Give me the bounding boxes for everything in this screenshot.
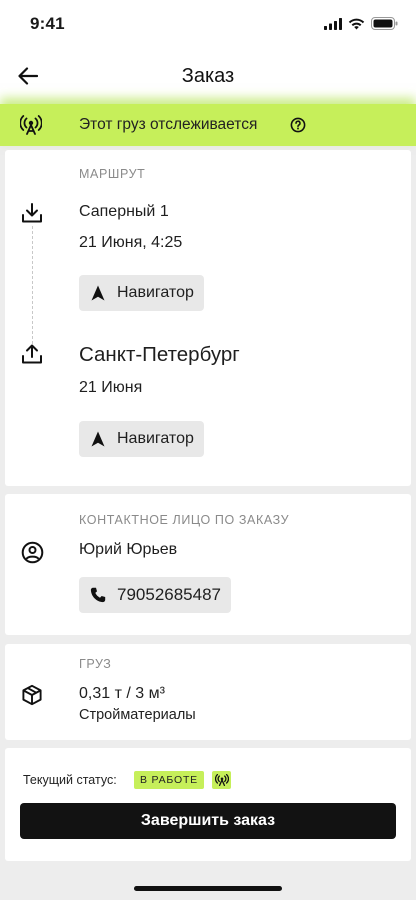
cargo-section-label: ГРУЗ xyxy=(79,657,112,671)
question-circle-icon[interactable] xyxy=(290,117,306,138)
status-bar: 9:41 xyxy=(0,0,416,48)
route-section-label: МАРШРУТ xyxy=(79,167,146,181)
status-badge: В РАБОТЕ xyxy=(134,771,204,789)
route-card: МАРШРУТ Саперный 1 21 Июня, 4:25 Навигат… xyxy=(5,150,411,486)
navigator-label: Навигатор xyxy=(117,284,194,301)
signal-icon xyxy=(324,17,342,30)
tracking-banner: Этот груз отслеживается xyxy=(0,104,416,146)
dropoff-navigator-button[interactable]: Навигатор xyxy=(79,421,204,457)
navigator-label: Навигатор xyxy=(117,430,194,447)
upload-icon xyxy=(21,343,43,370)
phone-button[interactable]: 79052685487 xyxy=(79,577,232,613)
nav-bar: Заказ xyxy=(0,48,416,104)
user-circle-icon xyxy=(21,541,44,569)
dropoff-datetime: 21 Июня xyxy=(79,379,143,396)
contact-card: КОНТАКТНОЕ ЛИЦО ПО ЗАКАЗУ Юрий Юрьев 790… xyxy=(5,494,411,635)
tracking-text: Этот груз отслеживается xyxy=(79,116,258,133)
home-indicator xyxy=(134,886,282,891)
status-card: Текущий статус: В РАБОТЕ Завершить заказ xyxy=(5,748,411,861)
cargo-type: Стройматериалы xyxy=(79,707,196,723)
radio-tower-icon xyxy=(212,771,231,789)
package-icon xyxy=(21,684,43,711)
wifi-icon xyxy=(348,18,365,29)
status-icons xyxy=(324,17,398,30)
navigation-arrow-icon xyxy=(89,284,107,302)
cargo-card: ГРУЗ 0,31 т / 3 м³ Стройматериалы xyxy=(5,644,411,740)
route-line xyxy=(32,226,33,344)
cargo-weight-volume: 0,31 т / 3 м³ xyxy=(79,685,165,702)
contact-name: Юрий Юрьев xyxy=(79,541,178,558)
status-time: 9:41 xyxy=(30,14,65,33)
phone-icon xyxy=(89,586,107,604)
dropoff-address: Санкт-Петербург xyxy=(79,343,240,366)
pickup-address: Саперный 1 xyxy=(79,203,169,220)
download-icon xyxy=(21,202,43,229)
pickup-navigator-button[interactable]: Навигатор xyxy=(79,275,204,311)
finish-order-button[interactable]: Завершить заказ xyxy=(20,803,396,839)
phone-number: 79052685487 xyxy=(117,585,222,604)
pickup-datetime: 21 Июня, 4:25 xyxy=(79,234,183,251)
page-title: Заказ xyxy=(181,65,235,87)
current-status-label: Текущий статус: xyxy=(23,773,117,787)
radio-tower-icon xyxy=(19,115,43,140)
navigation-arrow-icon xyxy=(89,430,107,448)
battery-icon xyxy=(371,17,398,30)
contact-section-label: КОНТАКТНОЕ ЛИЦО ПО ЗАКАЗУ xyxy=(79,513,290,527)
